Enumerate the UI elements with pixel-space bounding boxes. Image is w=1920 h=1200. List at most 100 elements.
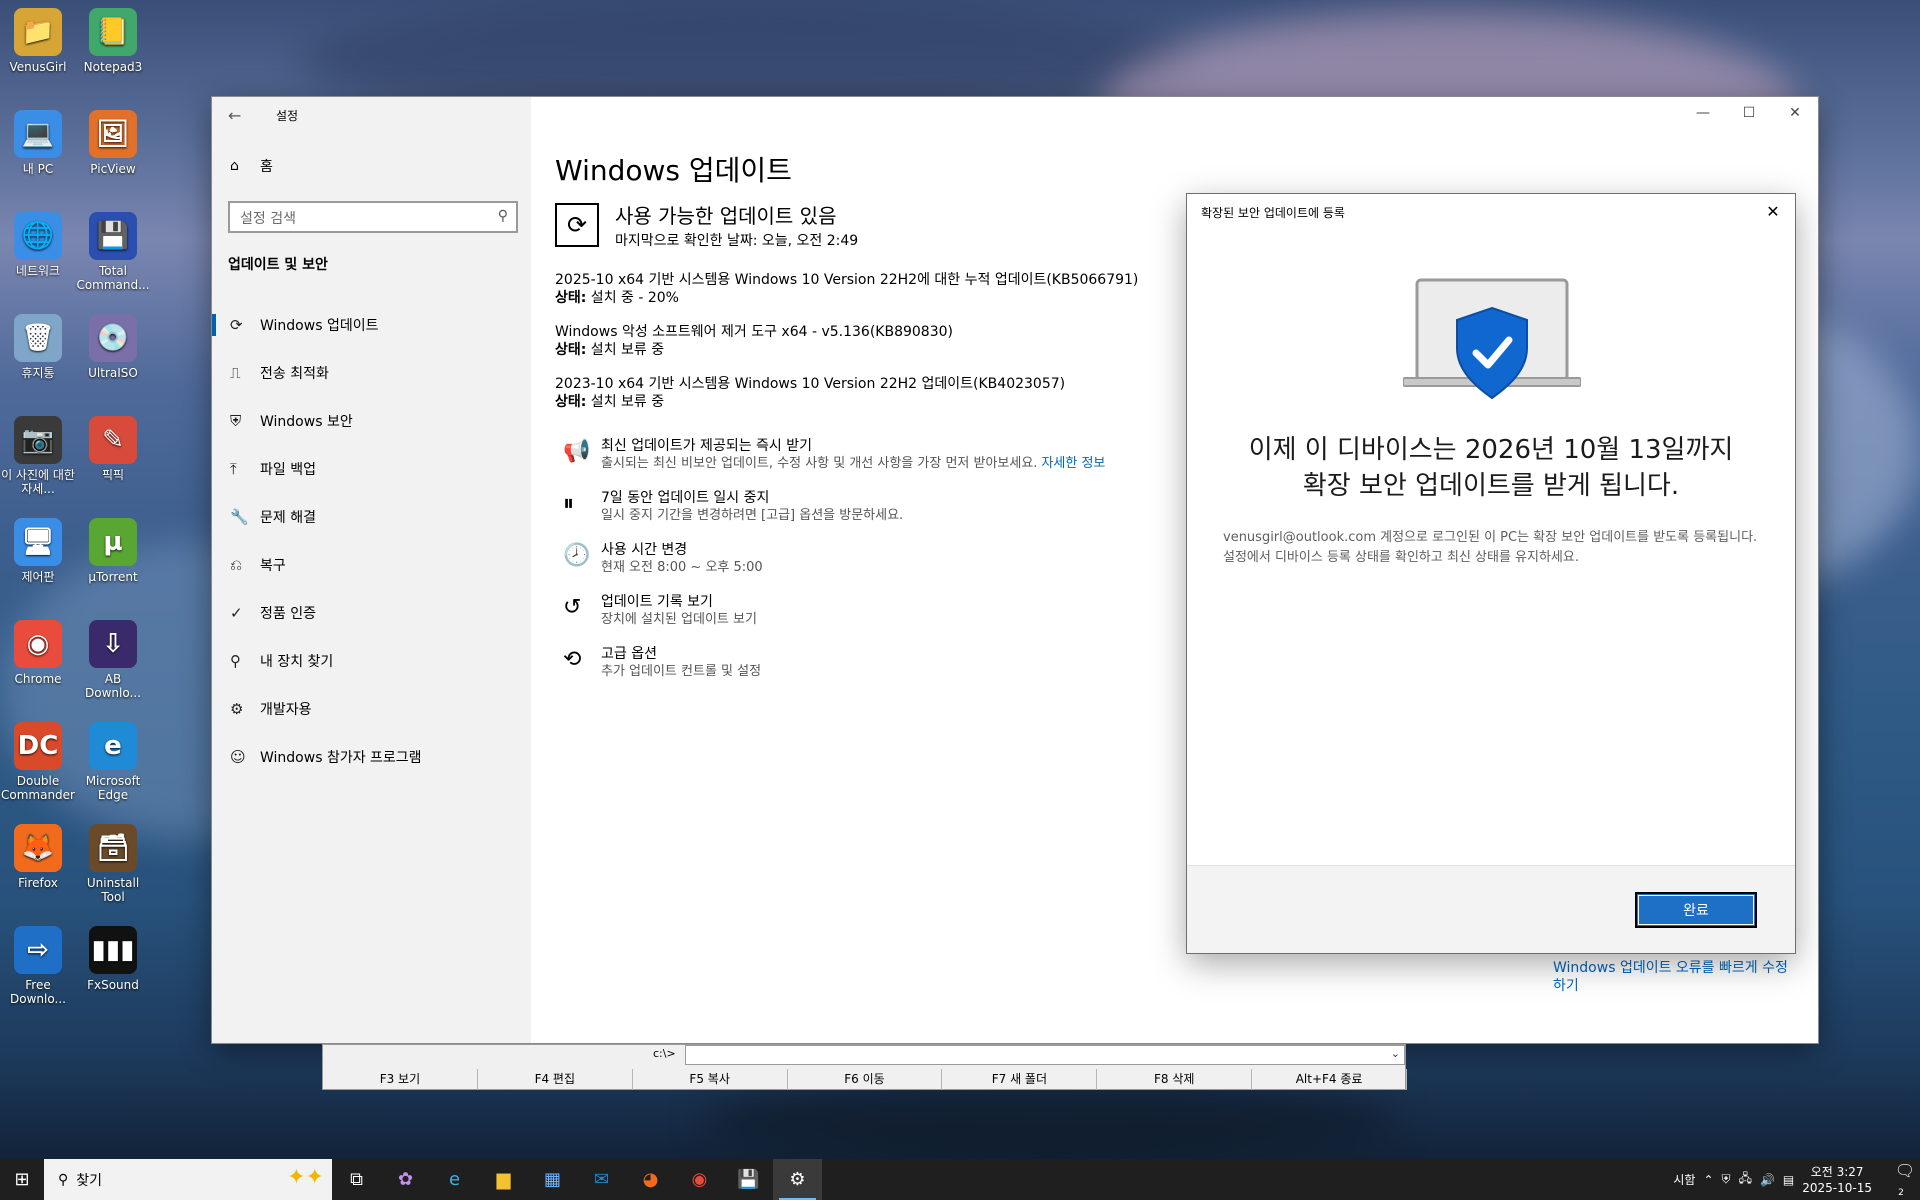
desktop-icon[interactable]: DC Double Commander [0,722,76,802]
sidebar-item[interactable]: ⎍ 전송 최적화 [212,349,531,397]
status-last-checked: 마지막으로 확인한 날짜: 오늘, 오전 2:49 [615,233,859,249]
desktop-icon-label: AB Downlo... [85,672,141,700]
taskbar-search[interactable]: ⚲ 찾기 ✦✦ [44,1159,332,1200]
notification-icon[interactable]: 🗨2 [1890,1161,1920,1199]
update-option[interactable]: ↺ 업데이트 기록 보기 장치에 설치된 업데이트 보기 [563,593,1183,628]
option-description: 현재 오전 8:00 ~ 오후 5:00 [601,559,763,576]
settings-gear-icon[interactable]: ⚙ [773,1159,822,1200]
function-key-button[interactable]: F8 삭제 [1097,1069,1253,1090]
function-key-bar: F3 보기 F4 편집 F5 복사 F6 이동 F7 새 폴더 F8 삭제 Alt+F4 종… [323,1069,1408,1090]
update-option[interactable]: ⏸ 7일 동안 업데이트 일시 중지 일시 중지 기간을 변경하려면 [고급] 옵션… [563,489,1183,524]
volume-icon[interactable]: 🔊 [1760,1173,1775,1187]
option-description: 장치에 설치된 업데이트 보기 [601,611,757,628]
command-input[interactable]: ⌄ [685,1045,1405,1065]
sidebar-item-label: 파일 백업 [260,462,316,478]
app-icon: 🖥 [14,518,62,566]
desktop-icon[interactable]: 💻 내 PC [0,110,76,176]
update-item: 2023-10 x64 기반 시스템용 Windows 10 Version 2… [555,375,1175,411]
desktop-icon[interactable]: 🦊 Firefox [0,824,76,890]
update-status: 상태: 설치 보류 중 [555,393,1175,411]
option-title: 고급 옵션 [601,646,657,662]
desktop-icon[interactable]: ✎ 픽픽 [75,416,151,482]
function-key-button[interactable]: F6 이동 [788,1069,943,1090]
store-icon[interactable]: ▦ [528,1159,577,1200]
sidebar-item[interactable]: ⛨ Windows 보안 [212,397,531,445]
desktop-icon-label: Notepad3 [83,60,143,74]
function-key-button[interactable]: Alt+F4 종료 [1252,1069,1408,1090]
sidebar-item[interactable]: ⎌ 복구 [212,541,531,589]
desktop-icon[interactable]: 🗑 휴지통 [0,314,76,380]
chrome-icon[interactable]: ◉ [675,1159,724,1200]
desktop-icon[interactable]: ⇩ AB Downlo... [75,620,151,700]
more-info-link[interactable]: 자세한 정보 [1041,456,1105,471]
desktop-icon[interactable]: 💿 UltraISO [75,314,151,380]
desktop-icon[interactable]: 🖥 제어판 [0,518,76,584]
clock[interactable]: 오전 3:27 2025-10-15 [1802,1164,1872,1196]
sidebar-item[interactable]: ⚲ 내 장치 찾기 [212,637,531,685]
sidebar-item[interactable]: ✓ 정품 인증 [212,589,531,637]
desktop-icon[interactable]: ◉ Chrome [0,620,76,686]
desktop-icon[interactable]: 🗃 Uninstall Tool [75,824,151,904]
sidebar-item-label: 전송 최적화 [260,366,329,382]
fix-update-errors-link[interactable]: Windows 업데이트 오류를 빠르게 수정하기 [1553,959,1793,995]
back-arrow-icon[interactable]: ← [228,106,252,125]
function-key-button[interactable]: F7 새 폴더 [942,1069,1098,1090]
tray-apps-icon[interactable]: ▤ [1783,1173,1794,1187]
desktop-icon-label: Total Command... [76,264,150,292]
function-key-button[interactable]: F3 보기 [323,1069,478,1090]
delivery-icon: ⎍ [230,364,241,382]
desktop-icon[interactable]: 🌐 네트워크 [0,212,76,278]
desktop-icon-label: 이 사진에 대한 자세... [1,468,75,496]
desktop-icon-label: 내 PC [22,162,54,176]
search-placeholder: 설정 검색 [240,211,296,227]
done-button[interactable]: 완료 [1635,892,1757,928]
total-commander-icon[interactable]: 💾 [724,1159,773,1200]
edge-icon[interactable]: e [430,1159,479,1200]
update-option[interactable]: 🕗 사용 시간 변경 현재 오전 8:00 ~ 오후 5:00 [563,541,1183,576]
desktop-icon[interactable]: ⇨ Free Downlo... [0,926,76,1006]
desktop-icon[interactable]: 💾 Total Command... [75,212,151,292]
taskbar-search-label: 찾기 [76,1172,103,1189]
language-indicator[interactable]: 시함 [1673,1171,1695,1188]
desktop-icon[interactable]: e Microsoft Edge [75,722,151,802]
dialog-close-icon[interactable]: ✕ [1761,200,1785,224]
desktop-icon-label: Microsoft Edge [85,774,141,802]
status-title: 사용 가능한 업데이트 있음 [615,204,837,228]
desktop-icon[interactable]: 🖼 PicView [75,110,151,176]
sidebar-item[interactable]: ⚙ 개발자용 [212,685,531,733]
sidebar-item[interactable]: ⟳ Windows 업데이트 [212,301,531,349]
update-option[interactable]: ⟲ 고급 옵션 추가 업데이트 컨트롤 및 설정 [563,645,1183,680]
sidebar-item[interactable]: ⤒ 파일 백업 [212,445,531,493]
update-list: 2025-10 x64 기반 시스템용 Windows 10 Version 2… [555,271,1175,427]
function-key-button[interactable]: F4 편집 [478,1069,633,1090]
outlook-icon[interactable]: ✉ [577,1159,626,1200]
desktop-icon[interactable]: ▮▮▮ FxSound [75,926,151,992]
sidebar-item[interactable]: ☺ Windows 참가자 프로그램 [212,733,531,781]
function-key-button[interactable]: F5 복사 [633,1069,788,1090]
update-option[interactable]: 📢 최신 업데이트가 제공되는 즉시 받기 출시되는 최신 비보안 업데이트, 수정… [563,437,1183,472]
copilot-icon[interactable]: ✿ [381,1159,430,1200]
start-button[interactable]: ⊞ [0,1159,44,1200]
network-icon[interactable]: 🖧 [1739,1169,1752,1190]
nav-home-label: 홈 [260,159,273,175]
task-view-icon[interactable]: ⧉ [332,1159,381,1200]
chevron-up-icon[interactable]: ⌃ [1703,1173,1713,1187]
app-icon: e [89,722,137,770]
find-device-icon: ⚲ [230,652,241,670]
desktop-icon[interactable]: 📁 VenusGirl [0,8,76,74]
backup-icon: ⤒ [230,460,237,478]
settings-search-input[interactable]: 설정 검색 ⚲ [228,201,518,233]
file-explorer-icon[interactable]: ▆ [479,1159,528,1200]
chevron-down-icon[interactable]: ⌄ [1391,1047,1400,1060]
firefox-icon[interactable]: ◕ [626,1159,675,1200]
shield-icon[interactable]: ⛨ [1722,1172,1731,1187]
desktop-icon-label: FxSound [87,978,139,992]
app-icon: 🗃 [89,824,137,872]
app-icon: µ [89,518,137,566]
desktop-icon[interactable]: µ µTorrent [75,518,151,584]
search-icon[interactable]: ⚲ [498,208,508,224]
nav-home[interactable]: ⌂ 홈 [230,156,273,176]
desktop-icon[interactable]: 📷 이 사진에 대한 자세... [0,416,76,496]
desktop-icon[interactable]: 📒 Notepad3 [75,8,151,74]
sidebar-item[interactable]: 🔧 문제 해결 [212,493,531,541]
